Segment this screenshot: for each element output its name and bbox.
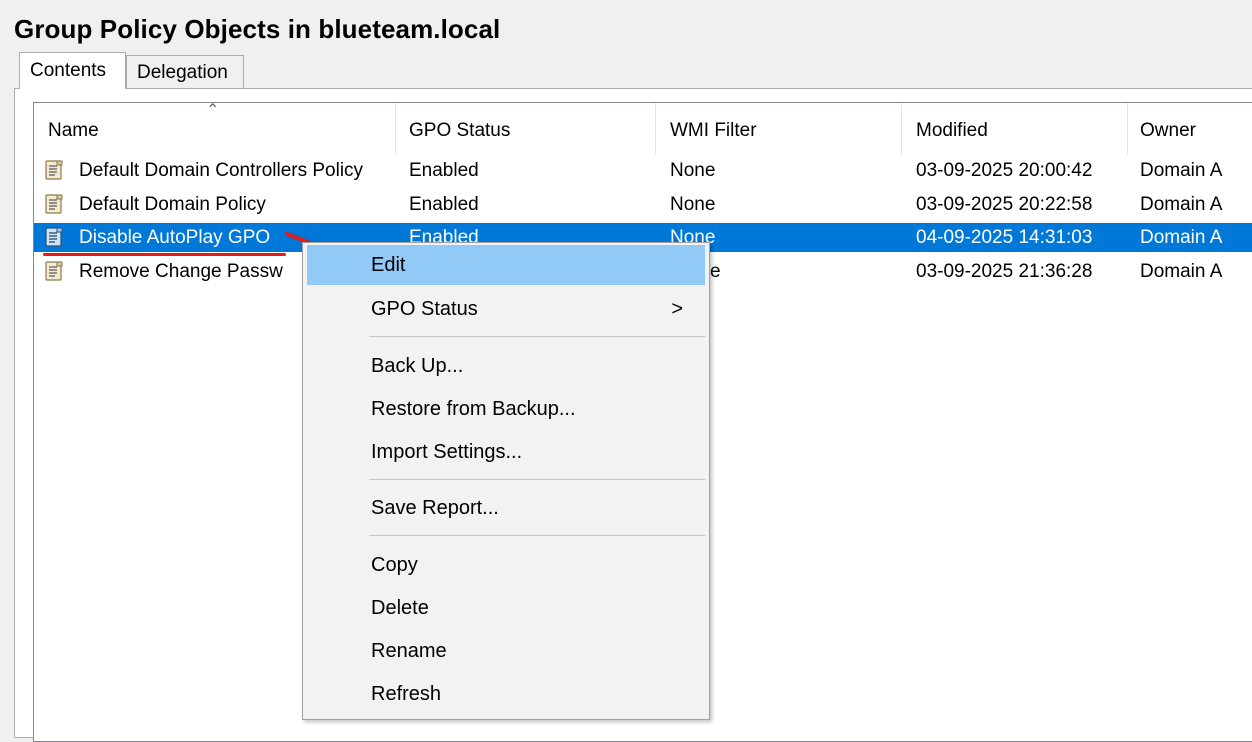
annotation-underline	[43, 253, 286, 256]
column-header-gpo-status[interactable]: GPO Status	[409, 103, 655, 155]
column-divider[interactable]	[901, 103, 902, 155]
row-modified: 03-09-2025 20:22:58	[916, 194, 1093, 215]
column-header-wmi-filter[interactable]: WMI Filter	[670, 103, 900, 155]
column-divider[interactable]	[655, 103, 656, 155]
menu-item-back-up[interactable]: Back Up...	[307, 346, 705, 386]
menu-item-copy[interactable]: Copy	[307, 545, 705, 585]
column-divider[interactable]	[1127, 103, 1128, 155]
chevron-right-icon: >	[671, 298, 683, 320]
menu-separator	[369, 336, 705, 337]
gpo-scroll-icon	[45, 194, 63, 214]
column-header-owner[interactable]: Owner	[1140, 103, 1230, 155]
row-name: Default Domain Policy	[79, 194, 266, 215]
column-header-modified[interactable]: Modified	[916, 103, 1126, 155]
table-row[interactable]: Default Domain Policy Enabled None 03-09…	[34, 190, 1252, 219]
page-title: Group Policy Objects in blueteam.local	[14, 14, 501, 44]
row-modified: 04-09-2025 14:31:03	[916, 227, 1093, 248]
row-owner: Domain A	[1140, 261, 1223, 282]
row-owner: Domain A	[1140, 160, 1223, 181]
menu-item-save-report[interactable]: Save Report...	[307, 488, 705, 528]
row-wmi: e	[710, 261, 721, 282]
row-name: Remove Change Passw	[79, 261, 283, 282]
context-menu: Edit GPO Status > Back Up... Restore fro…	[302, 242, 710, 720]
menu-item-label: GPO Status	[371, 298, 478, 320]
tab-delegation[interactable]: Delegation	[126, 55, 244, 88]
row-status: Enabled	[409, 194, 479, 215]
row-owner: Domain A	[1140, 194, 1223, 215]
gpo-scroll-icon	[45, 160, 63, 180]
gpo-scroll-icon	[45, 261, 63, 281]
menu-item-restore-from-backup[interactable]: Restore from Backup...	[307, 389, 705, 429]
column-header-name[interactable]: Name	[48, 103, 394, 155]
menu-item-refresh[interactable]: Refresh	[307, 674, 705, 714]
row-wmi: None	[670, 194, 716, 215]
column-divider[interactable]	[395, 103, 396, 155]
menu-item-rename[interactable]: Rename	[307, 631, 705, 671]
row-name: Default Domain Controllers Policy	[79, 160, 364, 181]
row-status: Enabled	[409, 160, 479, 181]
row-modified: 03-09-2025 21:36:28	[916, 261, 1093, 282]
tab-contents[interactable]: Contents	[19, 52, 126, 89]
row-wmi: None	[670, 160, 716, 181]
menu-item-edit[interactable]: Edit	[307, 245, 705, 285]
row-name: Disable AutoPlay GPO	[79, 227, 271, 248]
menu-item-import-settings[interactable]: Import Settings...	[307, 432, 705, 472]
table-row[interactable]: Default Domain Controllers Policy Enable…	[34, 156, 1252, 185]
menu-item-delete[interactable]: Delete	[307, 588, 705, 628]
row-modified: 03-09-2025 20:00:42	[916, 160, 1093, 181]
menu-separator	[369, 535, 705, 536]
gpo-scroll-icon	[45, 227, 63, 247]
menu-item-gpo-status[interactable]: GPO Status >	[307, 289, 705, 329]
menu-separator	[369, 479, 705, 480]
row-owner: Domain A	[1140, 227, 1223, 248]
sort-ascending-icon: ⌃	[206, 102, 220, 119]
